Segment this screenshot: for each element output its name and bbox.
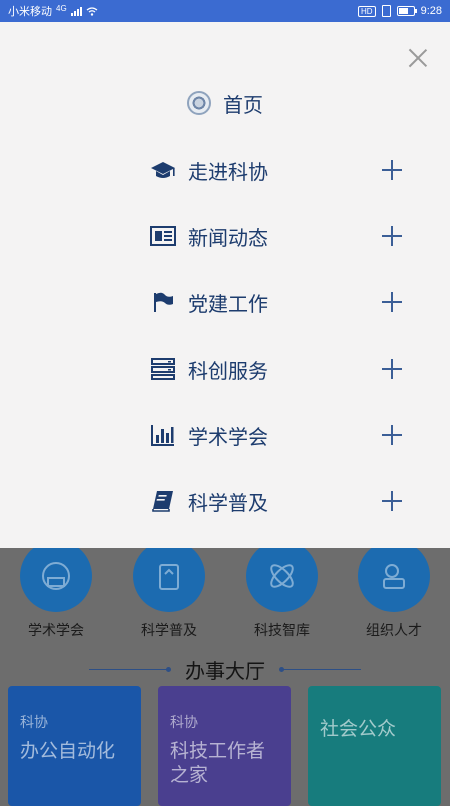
atom-icon [270,564,294,588]
feature-shortcuts: 学术学会 科学普及 科技智库 组织人才 [0,540,450,640]
bar-chart-icon [150,422,176,448]
feature-label: 组织人才 [366,622,422,638]
feature-label: 科学普及 [141,622,197,638]
menu-item-science-pop[interactable]: 科学普及 [0,483,450,519]
card-subtitle: 科协 [170,714,198,730]
status-right: HD 9:28 [358,5,442,17]
menu-item-label: 科学普及 [188,492,268,515]
card-title: 办公自动化 [20,741,116,762]
graduation-cap-icon [150,157,176,183]
status-left: 小米移动 4G [8,3,98,19]
card-tech-workers-home[interactable]: 科协 科技工作者之家 [158,686,291,806]
card-subtitle: 科协 [20,714,48,730]
menu-item-label: 党建工作 [188,293,268,316]
dimmed-home-content: 学术学会 科学普及 科技智库 组织人才 办事大厅 科协 办公自动化 科协 科技工… [0,540,450,806]
feature-rencai[interactable]: 组织人才 [344,540,444,640]
expand-plus-icon[interactable] [382,292,402,312]
battery-icon [396,6,417,16]
menu-item-label: 首页 [223,94,263,117]
book-icon [150,488,176,514]
card-office-automation[interactable]: 科协 办公自动化 [8,686,141,806]
feature-kepu[interactable]: 科学普及 [119,540,219,640]
feature-xueshu[interactable]: 学术学会 [6,540,106,640]
feature-icon-circle [20,540,92,612]
menu-item-label: 新闻动态 [188,227,268,250]
signal-icon [70,6,82,16]
battery-fill [398,8,408,14]
menu-item-innovation[interactable]: 科创服务 [0,351,450,387]
association-logo-icon [187,91,211,115]
expand-plus-icon[interactable] [382,491,402,511]
expand-plus-icon[interactable] [382,160,402,180]
academic-icon [42,562,70,590]
menu-item-news[interactable]: 新闻动态 [0,218,450,254]
close-icon[interactable] [408,48,428,68]
card-public[interactable]: 社会公众 [308,686,441,806]
section-title: 办事大厅 [185,660,265,683]
card-title: 社会公众 [320,719,397,740]
divider-right [279,666,361,672]
carrier-name: 小米移动 [8,6,52,18]
status-bar: 小米移动 4G HD 9:28 [0,0,450,22]
menu-item-label: 走进科协 [188,161,268,184]
network-type: 4G [56,3,67,13]
person-card-icon [383,564,405,589]
newspaper-icon [150,223,176,249]
expand-plus-icon[interactable] [382,359,402,379]
feature-icon-circle [133,540,205,612]
menu-item-zoujin[interactable]: 走进科协 [0,152,450,188]
clock: 9:28 [420,5,442,17]
server-stack-icon [150,356,176,382]
section-header: 办事大厅 [0,654,450,684]
wifi-icon [86,6,98,16]
navigation-drawer: 首页 走进科协 新闻动态 党建工作 科创服务 学术学会 科学普及 [0,22,450,548]
feature-icon-circle [358,540,430,612]
document-icon [159,564,179,590]
menu-item-party[interactable]: 党建工作 [0,284,450,320]
hd-badge: HD [358,5,376,17]
menu-item-academic[interactable]: 学术学会 [0,417,450,453]
expand-plus-icon[interactable] [382,226,402,246]
feature-label: 科技智库 [254,622,310,638]
card-title: 科技工作者之家 [170,741,266,786]
vibrate-icon [381,5,391,17]
expand-plus-icon[interactable] [382,425,402,445]
feature-label: 学术学会 [28,622,84,638]
menu-item-home[interactable]: 首页 [0,86,450,120]
feature-icon-circle [246,540,318,612]
service-cards: 科协 办公自动化 科协 科技工作者之家 社会公众 [0,686,450,806]
menu-item-label: 学术学会 [188,426,268,449]
divider-left [89,666,171,672]
menu-item-label: 科创服务 [188,360,268,383]
flag-icon [150,289,176,315]
feature-zhiku[interactable]: 科技智库 [232,540,332,640]
